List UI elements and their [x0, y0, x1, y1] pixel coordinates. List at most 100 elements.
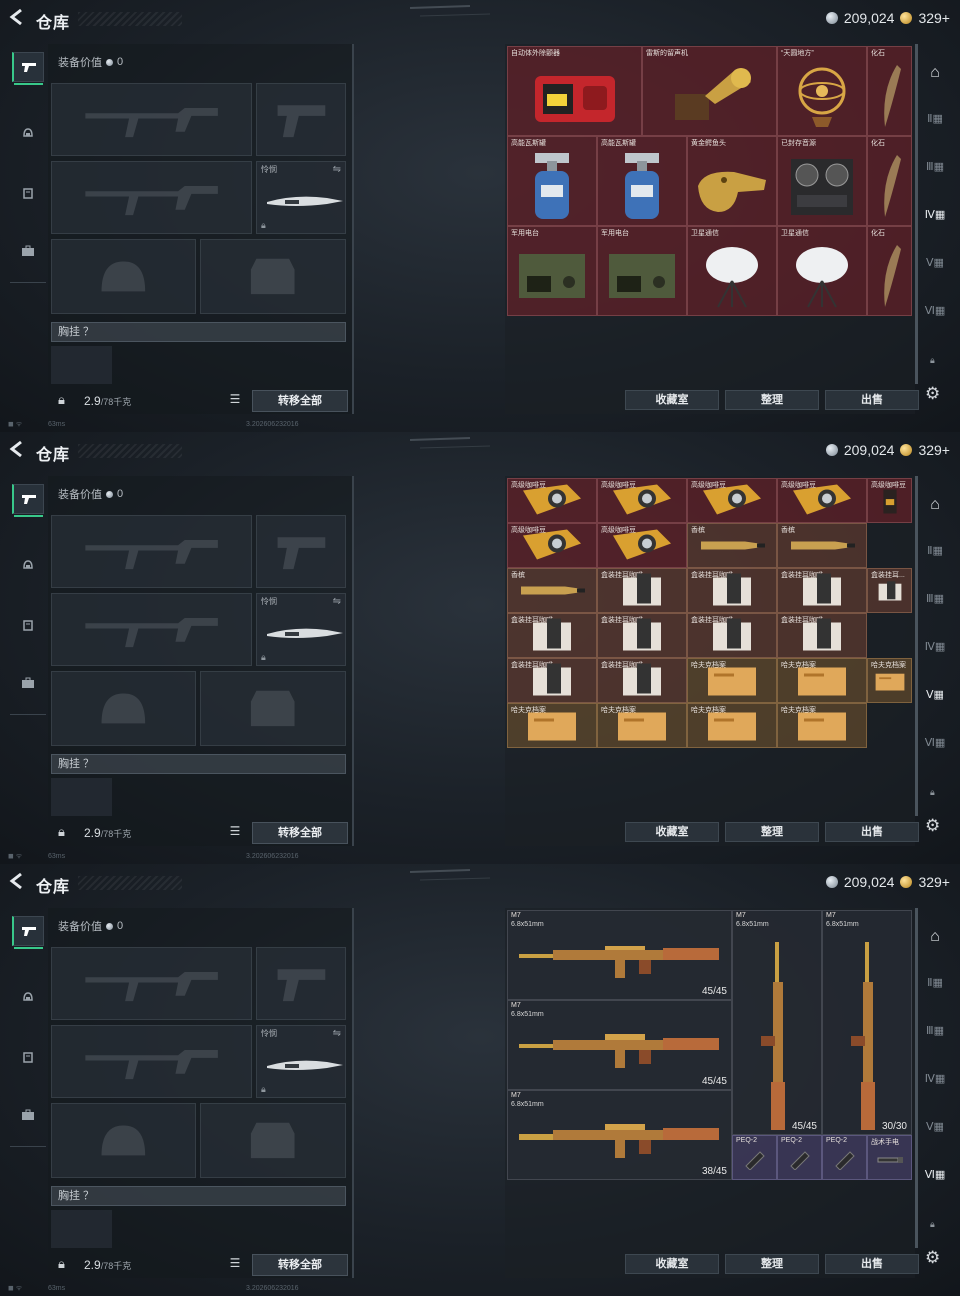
item-tactical-flashlight[interactable]: 战术手电	[867, 1135, 912, 1180]
item-military-radio[interactable]: 军用电台	[507, 226, 597, 316]
storage-scrollbar[interactable]	[915, 44, 918, 384]
primary-weapon-slot[interactable]	[51, 83, 252, 156]
pistol-slot[interactable]	[256, 515, 346, 588]
transfer-all-button[interactable]: 转移全部	[252, 1254, 348, 1276]
item-cell[interactable]: 香槟	[777, 523, 867, 568]
storage-scrollbar[interactable]	[915, 908, 918, 1248]
storage-page-4-icon[interactable]: Ⅳ▦	[923, 204, 947, 226]
tab-weapons-pistol-icon[interactable]	[12, 484, 44, 517]
helmet-slot[interactable]	[51, 671, 196, 746]
armor-slot[interactable]	[200, 671, 346, 746]
tab-weapons-pistol-icon[interactable]	[12, 52, 44, 85]
item-peq2[interactable]: PEQ-2	[732, 1135, 777, 1180]
item-cell[interactable]: 哈夫克档案	[597, 703, 687, 748]
sort-button[interactable]: 整理	[725, 390, 819, 410]
tab-armor-icon[interactable]	[12, 610, 44, 640]
collection-room-button[interactable]: 收藏室	[625, 390, 719, 410]
item-cell[interactable]: 哈夫克档案	[777, 703, 867, 748]
item-cell[interactable]: 高级咖啡豆	[867, 478, 912, 523]
sort-button[interactable]: 整理	[725, 1254, 819, 1274]
lock-icon[interactable]: 🔒︎	[58, 392, 65, 408]
gear-icon[interactable]: ⚙	[925, 816, 940, 836]
storage-page-5-icon[interactable]: Ⅴ▦	[923, 1116, 947, 1138]
collection-room-button[interactable]: 收藏室	[625, 822, 719, 842]
gear-icon[interactable]: ⚙	[925, 1248, 940, 1268]
tab-backpack-icon[interactable]	[12, 668, 44, 698]
item-cell[interactable]: 盒装挂耳咖啡	[597, 568, 687, 613]
tab-armor-icon[interactable]	[12, 178, 44, 208]
tab-helmet-icon[interactable]	[12, 550, 44, 580]
swap-icon[interactable]: ⇋	[333, 596, 341, 607]
item-cell[interactable]: 香槟	[687, 523, 777, 568]
item-golden-crocodile-head[interactable]: 黄金鳄鱼头	[687, 136, 777, 226]
back-arrow-icon[interactable]	[8, 440, 30, 462]
item-reel-recorder[interactable]: 已封存音源	[777, 136, 867, 226]
item-cell[interactable]: 哈夫克档案	[687, 703, 777, 748]
item-armillary-sphere[interactable]: “天圆地方”	[777, 46, 867, 136]
tab-helmet-icon[interactable]	[12, 118, 44, 148]
transfer-all-button[interactable]: 转移全部	[252, 822, 348, 844]
safe-box-icon[interactable]: ⌂	[923, 926, 947, 948]
item-cell[interactable]: 高级咖啡豆	[597, 523, 687, 568]
sell-button[interactable]: 出售	[825, 390, 919, 410]
storage-page-2-icon[interactable]: Ⅱ▦	[923, 108, 947, 130]
tab-armor-icon[interactable]	[12, 1042, 44, 1072]
melee-slot[interactable]: 怜悯 ⇋ 🔒︎	[256, 593, 346, 666]
item-rifle-m7[interactable]: M7 6.8x51mm 45/45	[507, 910, 732, 1000]
item-cell[interactable]: 盒装挂耳咖啡	[507, 658, 597, 703]
sort-button[interactable]: 整理	[725, 822, 819, 842]
chest-rig-header[interactable]: 胸挂 ？	[51, 1186, 346, 1206]
safe-box-icon[interactable]: ⌂	[923, 494, 947, 516]
item-cell[interactable]: 高级咖啡豆	[597, 478, 687, 523]
storage-page-4-icon[interactable]: Ⅳ▦	[923, 636, 947, 658]
melee-slot[interactable]: 怜悯 ⇋ 🔒︎	[256, 161, 346, 234]
melee-slot[interactable]: 怜悯 ⇋ 🔒︎	[256, 1025, 346, 1098]
armor-slot[interactable]	[200, 1103, 346, 1178]
storage-page-6-icon[interactable]: Ⅵ▦	[923, 300, 947, 322]
chest-rig-header[interactable]: 胸挂 ？	[51, 322, 346, 342]
pistol-slot[interactable]	[256, 947, 346, 1020]
storage-page-6-icon[interactable]: Ⅵ▦	[923, 1164, 947, 1186]
lock-icon[interactable]: 🔒︎	[58, 824, 65, 840]
collection-room-button[interactable]: 收藏室	[625, 1254, 719, 1274]
item-cell[interactable]: 高级咖啡豆	[687, 478, 777, 523]
item-peq2[interactable]: PEQ-2	[822, 1135, 867, 1180]
armor-slot[interactable]	[200, 239, 346, 314]
item-cell[interactable]: 香槟	[507, 568, 597, 613]
storage-scrollbar[interactable]	[915, 476, 918, 816]
item-cell[interactable]: 盒装挂耳咖啡	[507, 613, 597, 658]
tab-backpack-icon[interactable]	[12, 236, 44, 266]
storage-page-3-icon[interactable]: Ⅲ▦	[923, 1020, 947, 1042]
item-fossil[interactable]: 化石	[867, 136, 912, 226]
item-satellite-dish[interactable]: 卫星通信	[687, 226, 777, 316]
chest-rig-slot[interactable]	[51, 778, 112, 816]
item-satellite-dish[interactable]: 卫星通信	[777, 226, 867, 316]
item-cell[interactable]: 哈夫克档案	[507, 703, 597, 748]
item-gas-canister[interactable]: 高能瓦斯罐	[507, 136, 597, 226]
item-rifle-m7[interactable]: M7 6.8x51mm 38/45	[507, 1090, 732, 1180]
storage-page-5-icon[interactable]: Ⅴ▦	[923, 252, 947, 274]
back-arrow-icon[interactable]	[8, 8, 30, 30]
item-cell[interactable]: 盒装挂耳咖啡	[687, 568, 777, 613]
item-rifle-m7[interactable]: M7 6.8x51mm 45/45	[507, 1000, 732, 1090]
sell-button[interactable]: 出售	[825, 1254, 919, 1274]
item-fossil[interactable]: 化石	[867, 226, 912, 316]
helmet-slot[interactable]	[51, 239, 196, 314]
list-icon[interactable]: ☰	[226, 1256, 244, 1274]
item-cell[interactable]: 盒装挂耳咖啡	[597, 658, 687, 703]
item-cell[interactable]: 盒装挂耳咖啡	[777, 568, 867, 613]
helmet-slot[interactable]	[51, 1103, 196, 1178]
item-cell[interactable]: 哈夫克档案	[777, 658, 867, 703]
secondary-weapon-slot[interactable]	[51, 593, 252, 666]
chest-rig-header[interactable]: 胸挂 ？	[51, 754, 346, 774]
item-gramophone[interactable]: 雷斯的留声机	[642, 46, 777, 136]
transfer-all-button[interactable]: 转移全部	[252, 390, 348, 412]
primary-weapon-slot[interactable]	[51, 515, 252, 588]
item-cell[interactable]: 盒装挂耳咖啡	[597, 613, 687, 658]
item-cell[interactable]: 盒装挂耳咖啡	[777, 613, 867, 658]
item-cell[interactable]: 高级咖啡豆	[507, 478, 597, 523]
storage-page-3-icon[interactable]: Ⅲ▦	[923, 156, 947, 178]
item-defibrillator[interactable]: 自动体外除颤器	[507, 46, 642, 136]
swap-icon[interactable]: ⇋	[333, 164, 341, 175]
lock-icon[interactable]: 🔒︎	[58, 1256, 65, 1272]
